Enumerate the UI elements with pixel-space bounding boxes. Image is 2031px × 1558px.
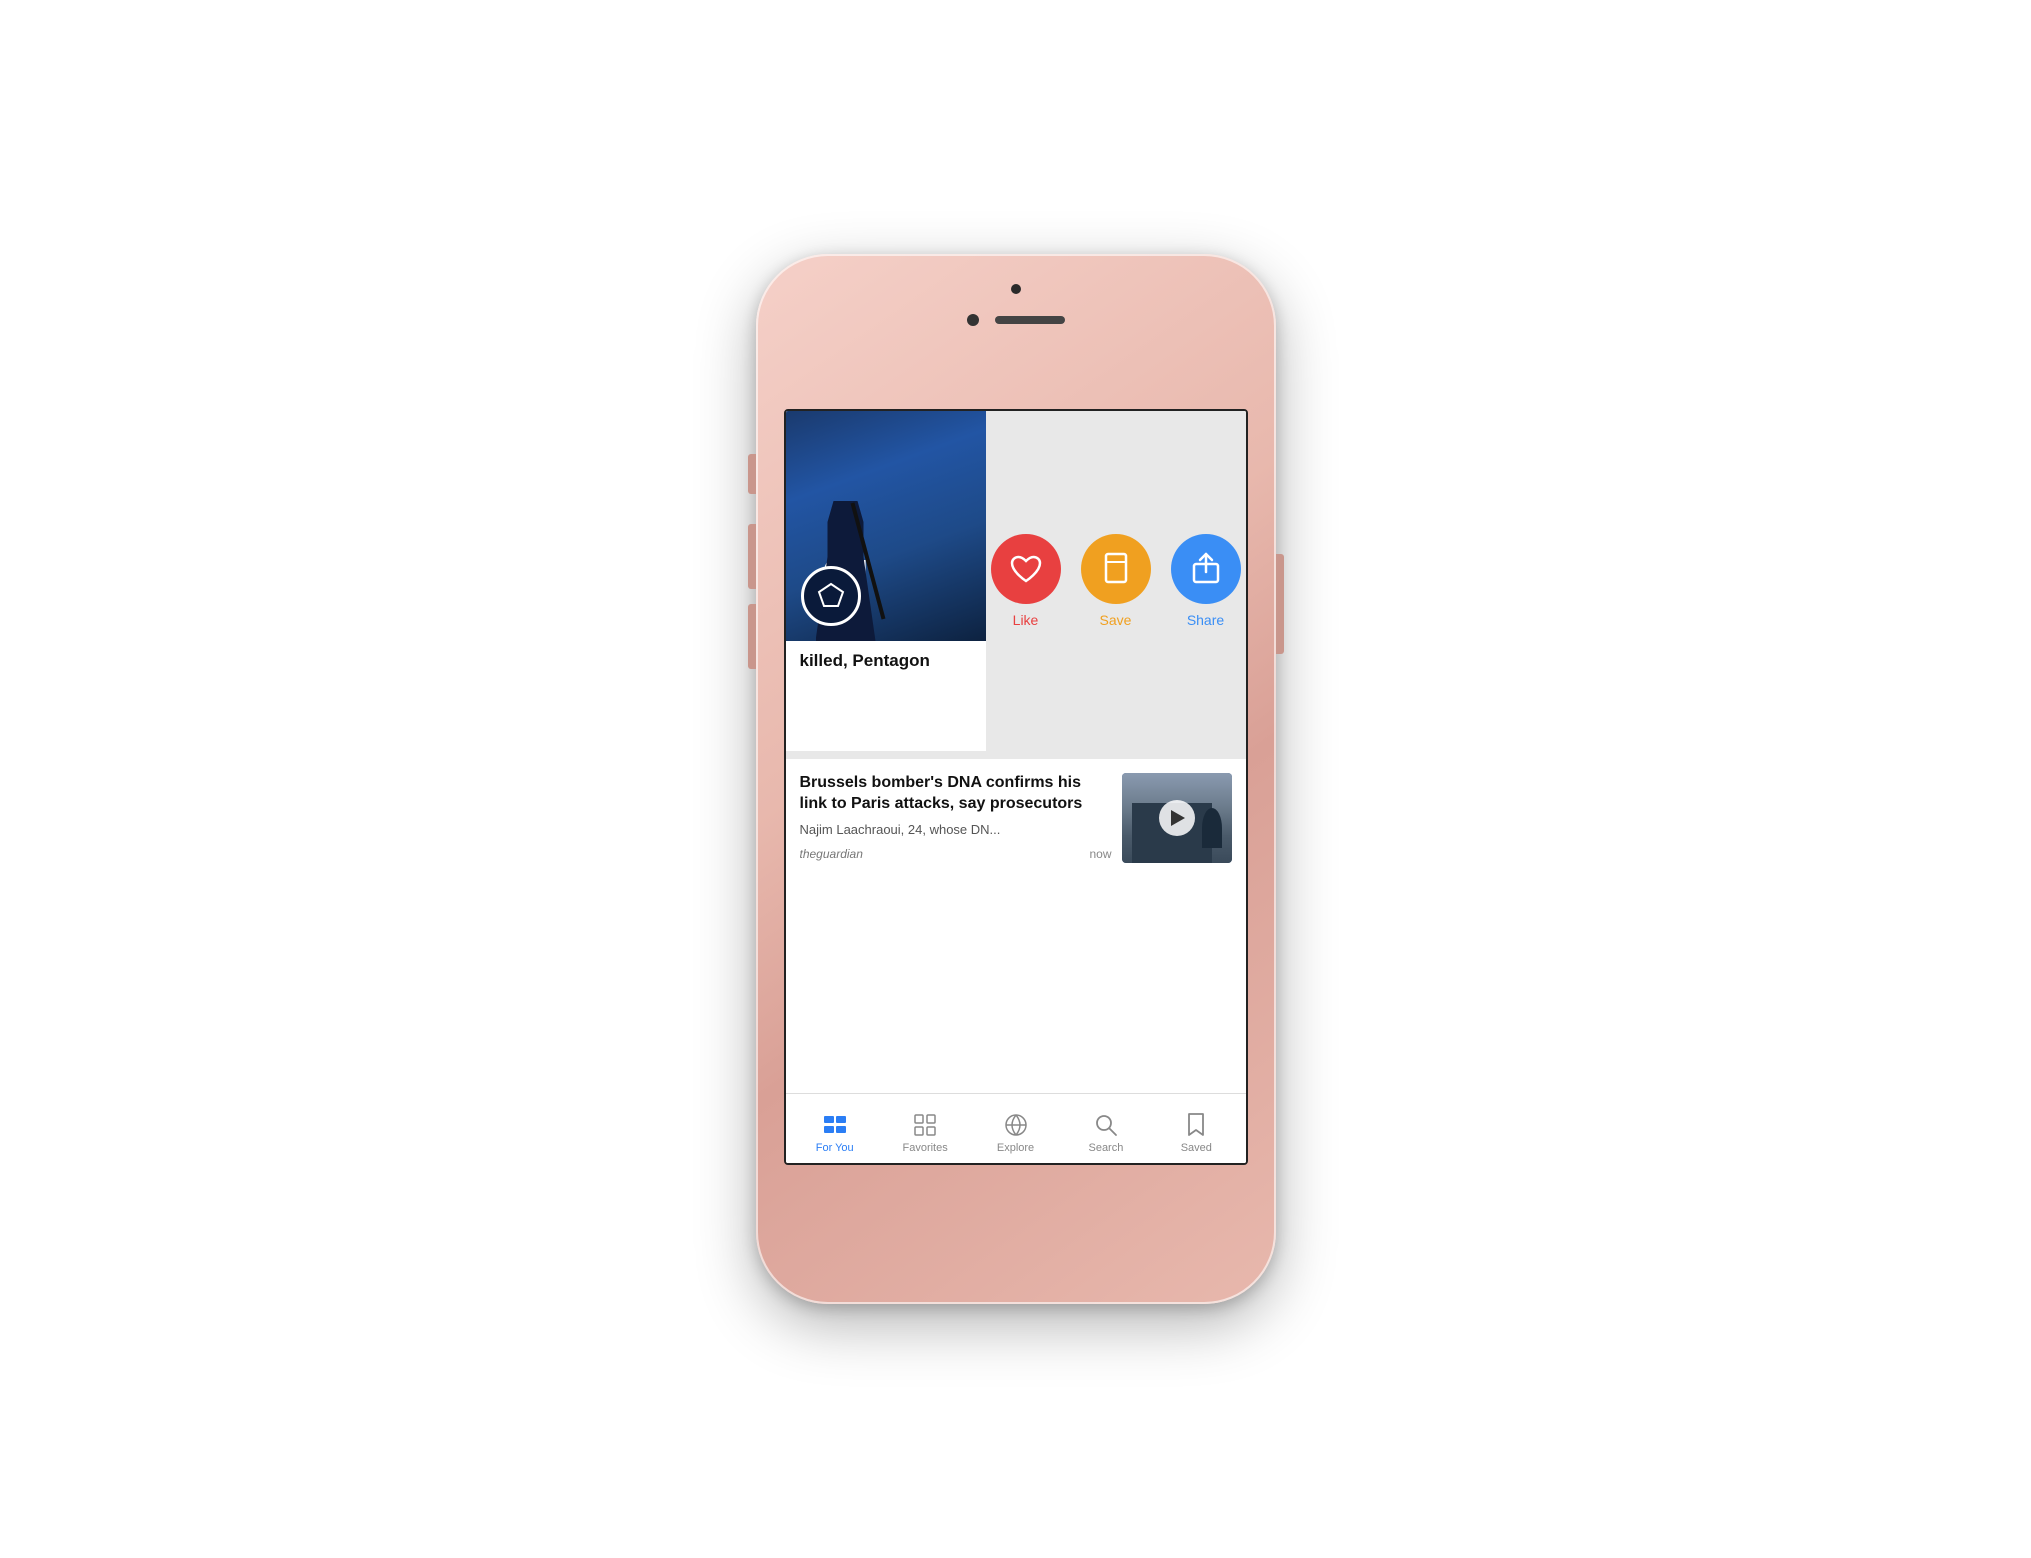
phone: ON <box>756 254 1276 1304</box>
volume-down-button[interactable] <box>748 604 756 669</box>
card-2-headline: Brussels bomber's DNA confirms his link … <box>800 773 1112 815</box>
for-you-icon <box>821 1111 849 1139</box>
nav-item-saved[interactable]: Saved <box>1151 1103 1241 1154</box>
power-button[interactable] <box>1276 554 1284 654</box>
card-2-excerpt: Najim Laachraoui, 24, whose DN... <box>800 821 1112 839</box>
phone-top-area <box>916 314 1116 326</box>
divider <box>786 751 1246 759</box>
share-circle[interactable] <box>1171 534 1241 604</box>
search-svg <box>1094 1113 1118 1137</box>
like-action[interactable]: Like <box>991 534 1061 628</box>
save-action[interactable]: Save <box>1081 534 1151 628</box>
explore-label: Explore <box>997 1142 1034 1154</box>
heart-icon <box>1009 554 1043 584</box>
card-2-text: Brussels bomber's DNA confirms his link … <box>800 773 1112 863</box>
saved-icon <box>1182 1111 1210 1139</box>
saved-svg <box>1186 1112 1206 1138</box>
article-card-1[interactable]: ON <box>786 411 1246 751</box>
play-triangle-icon <box>1171 810 1185 826</box>
bookmark-icon <box>1103 552 1129 586</box>
volume-up-button[interactable] <box>748 524 756 589</box>
card-2-time: now <box>1089 847 1111 861</box>
share-icon <box>1191 552 1221 586</box>
article-card-2[interactable]: Brussels bomber's DNA confirms his link … <box>786 759 1246 1093</box>
front-camera <box>1011 284 1021 294</box>
for-you-svg <box>822 1114 848 1136</box>
like-circle[interactable] <box>991 534 1061 604</box>
nav-item-for-you[interactable]: For You <box>790 1103 880 1154</box>
mute-button[interactable] <box>748 454 756 494</box>
earpiece-speaker <box>995 316 1065 324</box>
phone-screen: ON <box>784 409 1248 1165</box>
favorites-icon <box>911 1111 939 1139</box>
card-2-image <box>1122 773 1232 863</box>
play-button[interactable] <box>1159 800 1195 836</box>
person-shape <box>1202 808 1222 848</box>
bottom-navigation: For You Favorites <box>786 1093 1246 1163</box>
scene: ON <box>0 0 2031 1558</box>
card-2-meta: theguardian now <box>800 847 1112 861</box>
like-label: Like <box>1013 612 1039 628</box>
camera-dot <box>967 314 979 326</box>
saved-label: Saved <box>1181 1142 1212 1154</box>
card-1-top: ON <box>786 411 1246 641</box>
article-1-image: ON <box>786 411 986 641</box>
action-buttons-row: Like <box>991 534 1241 628</box>
pentagon-emblem <box>801 566 861 626</box>
save-label: Save <box>1100 612 1132 628</box>
share-action[interactable]: Share <box>1171 534 1241 628</box>
for-you-label: For You <box>816 1142 854 1154</box>
nav-item-explore[interactable]: Explore <box>970 1103 1060 1154</box>
card-2-inner: Brussels bomber's DNA confirms his link … <box>800 773 1232 863</box>
explore-icon <box>1002 1111 1030 1139</box>
screen-content: ON <box>786 411 1246 1163</box>
favorites-svg <box>913 1113 937 1137</box>
search-label: Search <box>1088 1142 1123 1154</box>
nav-item-search[interactable]: Search <box>1061 1103 1151 1154</box>
nav-item-favorites[interactable]: Favorites <box>880 1103 970 1154</box>
swipe-action-overlay: Like <box>986 411 1246 751</box>
explore-svg <box>1004 1113 1028 1137</box>
save-circle[interactable] <box>1081 534 1151 604</box>
pentagon-svg <box>816 581 846 611</box>
share-label: Share <box>1187 612 1224 628</box>
favorites-label: Favorites <box>902 1142 947 1154</box>
card-2-source: theguardian <box>800 847 863 861</box>
search-icon <box>1092 1111 1120 1139</box>
